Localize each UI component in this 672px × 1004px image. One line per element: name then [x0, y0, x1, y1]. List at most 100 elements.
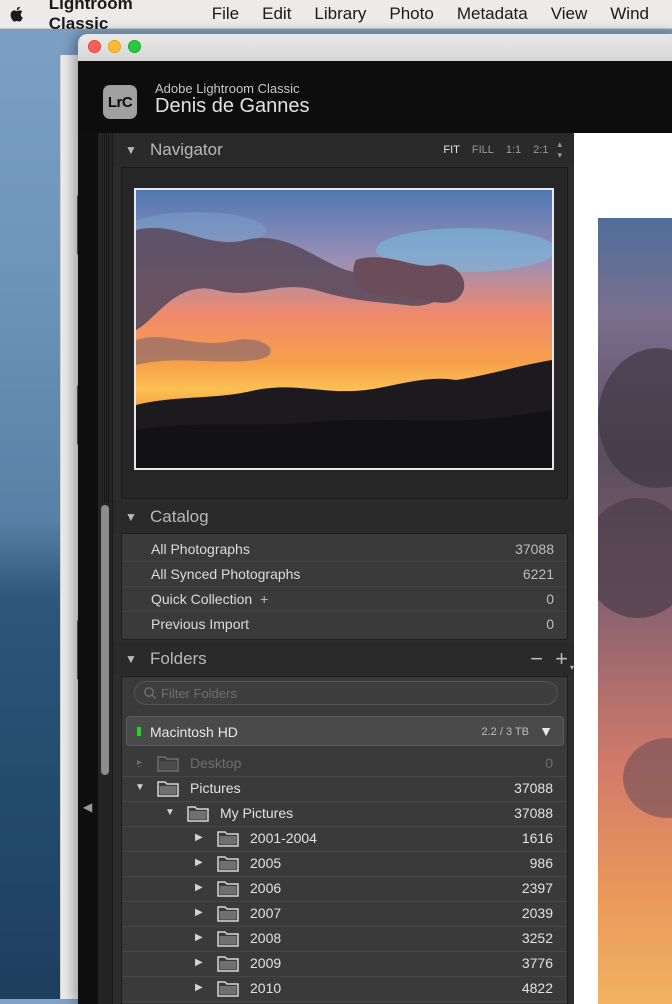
- catalog-row-count: 6221: [522, 565, 554, 582]
- scrollbar-thumb[interactable]: [101, 505, 109, 775]
- left-panel: ▼ Navigator FIT FILL 1:1 2:1 ▴ ▾ ▼ Catal…: [98, 133, 574, 1004]
- search-icon: [144, 687, 156, 699]
- folders-tools: − + ▾: [530, 642, 574, 675]
- left-panel-scrollbar[interactable]: [98, 133, 113, 1004]
- folder-name: 2009: [250, 955, 282, 971]
- apple-menu-icon[interactable]: [8, 4, 27, 24]
- quick-collection-label: Quick Collection: [151, 590, 253, 607]
- catalog-row-count: 37088: [515, 540, 554, 557]
- catalog-row-count: 0: [546, 615, 554, 632]
- folder-row-2007[interactable]: ▶ 2007 2039: [122, 901, 567, 927]
- collapse-triangle-icon[interactable]: ▼: [125, 143, 137, 157]
- collapse-triangle-icon[interactable]: ▼: [125, 652, 137, 666]
- close-window-button[interactable]: [88, 40, 101, 53]
- folder-count: 37088: [514, 805, 553, 821]
- folders-header[interactable]: ▼ Folders − + ▾: [113, 642, 574, 675]
- folder-row-my-pictures[interactable]: ▼ My Pictures 37088: [122, 801, 567, 827]
- volume-expand-triangle-icon[interactable]: ▼: [539, 723, 553, 739]
- zoom-1-1-button[interactable]: 1:1: [506, 144, 521, 156]
- folders-list: Filter Folders Macintosh HD 2.2 / 3 TB ▼…: [121, 676, 568, 1004]
- catalog-row-all-photographs[interactable]: All Photographs 37088: [122, 536, 567, 562]
- menu-view[interactable]: View: [551, 4, 588, 24]
- menu-file[interactable]: File: [212, 4, 239, 24]
- folder-disclosure-icon[interactable]: ▶: [195, 932, 203, 943]
- folder-disclosure-icon[interactable]: ▼: [135, 782, 145, 793]
- app-menu-lightroom[interactable]: Lightroom Classic: [49, 0, 188, 34]
- folder-name: 2005: [250, 855, 282, 871]
- volume-status-led: [136, 726, 142, 737]
- zoom-window-button[interactable]: [128, 40, 141, 53]
- folder-row-2008[interactable]: ▶ 2008 3252: [122, 926, 567, 952]
- main-photo[interactable]: [598, 218, 672, 1004]
- zoom-fit-button[interactable]: FIT: [443, 144, 460, 156]
- lrc-logo-icon: LrC: [103, 85, 137, 119]
- folder-icon: [157, 781, 179, 797]
- folder-count: 1616: [521, 830, 553, 846]
- folder-count: 2397: [521, 880, 553, 896]
- navigator-header[interactable]: ▼ Navigator FIT FILL 1:1 2:1 ▴ ▾: [113, 133, 574, 166]
- folder-row-pictures[interactable]: ▼ Pictures 37088: [122, 776, 567, 802]
- folder-name: 2010: [250, 980, 282, 996]
- zoom-stepper-icon[interactable]: ▴ ▾: [557, 139, 562, 161]
- folder-count: 986: [529, 855, 553, 871]
- menu-metadata[interactable]: Metadata: [457, 4, 528, 24]
- catalog-row-quick-collection[interactable]: Quick Collection + 0: [122, 586, 567, 612]
- folder-count: 0: [545, 755, 553, 771]
- folder-name: 2006: [250, 880, 282, 896]
- folder-disclosure-icon[interactable]: ▶: [195, 832, 203, 843]
- menu-window[interactable]: Wind: [610, 4, 649, 24]
- folder-row-2009[interactable]: ▶ 2009 3776: [122, 951, 567, 977]
- navigator-preview-image[interactable]: [134, 188, 554, 470]
- catalog-row-count: 0: [546, 590, 554, 607]
- folder-icon: [157, 756, 179, 772]
- menu-photo[interactable]: Photo: [389, 4, 433, 24]
- collapse-left-panel-icon[interactable]: ◀: [83, 800, 92, 814]
- navigator-zoom-options: FIT FILL 1:1 2:1 ▴ ▾: [431, 133, 562, 166]
- folder-count: 2039: [521, 905, 553, 921]
- filter-folders-placeholder: Filter Folders: [161, 685, 237, 701]
- window-titlebar[interactable]: [78, 34, 672, 62]
- catalog-title: Catalog: [150, 506, 209, 526]
- folder-icon: [217, 906, 239, 922]
- folder-disclosure-icon[interactable]: ▶: [195, 982, 203, 993]
- zoom-2-1-button[interactable]: 2:1: [533, 144, 548, 156]
- folder-name: 2001-2004: [250, 830, 317, 846]
- folder-name: 2007: [250, 905, 282, 921]
- remove-folder-button[interactable]: −: [530, 647, 543, 670]
- folder-disclosure-icon[interactable]: ▶: [195, 907, 203, 918]
- volume-macintosh-hd[interactable]: Macintosh HD 2.2 / 3 TB ▼: [126, 716, 564, 746]
- loupe-view[interactable]: [574, 133, 672, 1004]
- folder-count: 37088: [514, 780, 553, 796]
- menu-library[interactable]: Library: [314, 4, 366, 24]
- minimize-window-button[interactable]: [108, 40, 121, 53]
- folders-title: Folders: [150, 648, 207, 668]
- volume-size: 2.2 / 3 TB: [481, 726, 530, 738]
- catalog-row-all-synced-photographs[interactable]: All Synced Photographs 6221: [122, 561, 567, 587]
- filter-folders-input[interactable]: Filter Folders: [134, 681, 558, 705]
- add-folder-button[interactable]: + ▾: [555, 647, 574, 671]
- folder-name: Desktop: [190, 755, 242, 771]
- folder-count: 4822: [521, 980, 553, 996]
- folder-row-desktop[interactable]: ▸̤ Desktop 0: [122, 751, 567, 777]
- folder-icon: [217, 856, 239, 872]
- folder-row-2010[interactable]: ▶ 2010 4822: [122, 976, 567, 1002]
- folder-disclosure-icon[interactable]: ▼: [165, 807, 175, 818]
- product-name: Adobe Lightroom Classic: [155, 81, 300, 96]
- folder-row-2001-2004[interactable]: ▶ 2001-2004 1616: [122, 826, 567, 852]
- folder-disclosure-icon[interactable]: ▶: [195, 857, 203, 868]
- catalog-header[interactable]: ▼ Catalog: [113, 500, 574, 533]
- folder-icon: [217, 931, 239, 947]
- folder-disclosure-icon[interactable]: ▶: [195, 957, 203, 968]
- folder-disclosure-icon[interactable]: ▶: [195, 882, 203, 893]
- catalog-row-label: Quick Collection +: [151, 591, 268, 607]
- collapse-triangle-icon[interactable]: ▼: [125, 510, 137, 524]
- zoom-fill-button[interactable]: FILL: [472, 144, 494, 156]
- catalog-row-previous-import[interactable]: Previous Import 0: [122, 611, 567, 636]
- catalog-row-label: All Synced Photographs: [151, 565, 301, 582]
- catalog-row-label: Previous Import: [151, 615, 250, 632]
- folder-disclosure-icon[interactable]: ▸̤: [137, 757, 142, 768]
- folder-row-2005[interactable]: ▶ 2005 986: [122, 851, 567, 877]
- menu-edit[interactable]: Edit: [262, 4, 291, 24]
- folder-row-2006[interactable]: ▶ 2006 2397: [122, 876, 567, 902]
- quick-collection-plus: +: [260, 590, 269, 607]
